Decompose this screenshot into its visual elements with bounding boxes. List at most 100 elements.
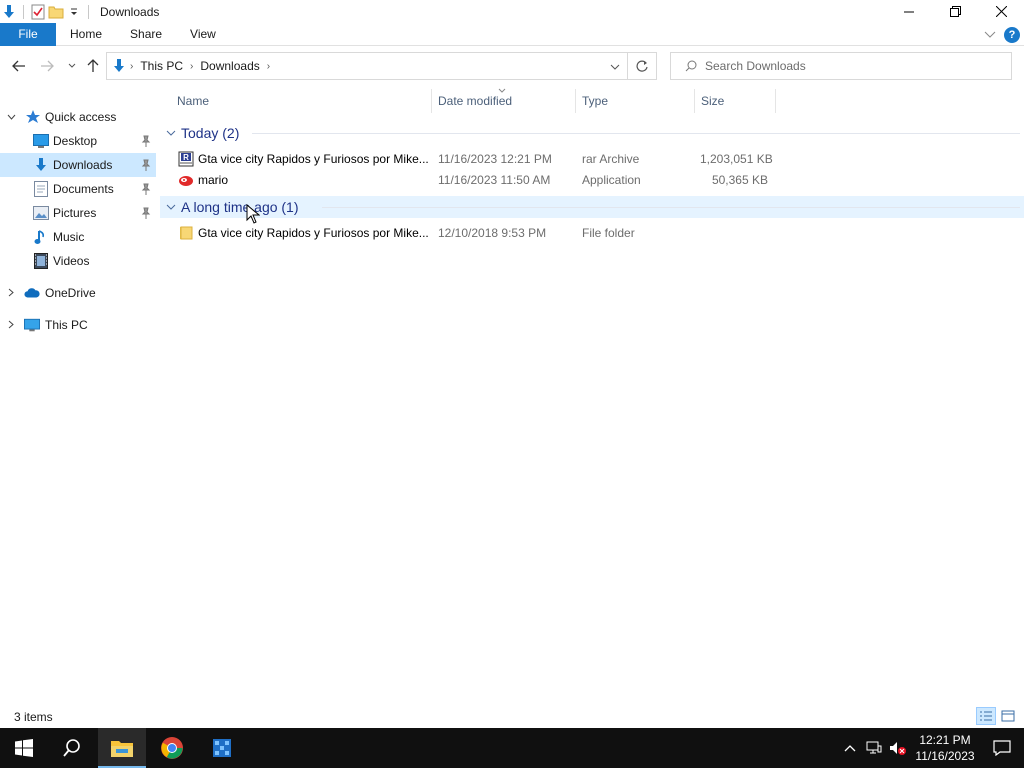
close-button[interactable] — [978, 0, 1024, 23]
title-bar: Downloads — [0, 0, 1024, 23]
taskbar-app[interactable] — [198, 728, 246, 768]
windows-logo-icon — [15, 739, 33, 757]
breadcrumb-chevron[interactable]: › — [267, 61, 270, 72]
back-button[interactable] — [9, 56, 29, 76]
action-center-button[interactable] — [980, 728, 1024, 768]
file-type: File folder — [582, 226, 635, 240]
collapse-chevron-icon[interactable] — [166, 202, 176, 213]
expand-chevron-icon[interactable] — [5, 320, 17, 331]
breadcrumb-this-pc[interactable]: This PC — [140, 59, 183, 73]
nav-this-pc[interactable]: This PC — [0, 313, 156, 337]
column-divider[interactable] — [775, 89, 776, 113]
group-divider-line — [252, 133, 1020, 134]
downloads-icon — [33, 157, 49, 173]
group-header-long-time-ago[interactable]: A long time ago (1) — [160, 196, 1024, 218]
mouse-cursor-icon — [246, 204, 260, 224]
file-date: 12/10/2018 9:53 PM — [438, 226, 547, 240]
item-count: 3 items — [14, 709, 53, 724]
group-label: A long time ago (1) — [181, 199, 299, 215]
nav-label: Downloads — [53, 158, 113, 172]
clock[interactable]: 12:21 PM 11/16/2023 — [910, 732, 980, 764]
file-row[interactable]: mario 11/16/2023 11:50 AM Application 50… — [160, 169, 1024, 190]
file-size: 50,365 KB — [711, 173, 768, 187]
tab-share[interactable]: Share — [116, 23, 176, 46]
expand-chevron-icon[interactable] — [5, 288, 17, 299]
breadcrumb-chevron[interactable]: › — [190, 61, 193, 72]
column-header-size[interactable]: Size — [693, 85, 775, 117]
expand-ribbon-icon[interactable] — [984, 31, 996, 39]
file-type: Application — [582, 173, 641, 187]
minimize-button[interactable] — [886, 0, 932, 23]
nav-item-documents[interactable]: Documents — [0, 177, 156, 201]
pin-icon[interactable] — [140, 207, 152, 219]
column-header-type[interactable]: Type — [574, 85, 694, 117]
pin-icon[interactable] — [140, 183, 152, 195]
search-box[interactable] — [670, 52, 1012, 80]
up-button[interactable] — [83, 56, 103, 76]
chevron-up-icon — [844, 745, 856, 752]
customize-dropdown-icon[interactable] — [65, 3, 83, 21]
show-hidden-icons-button[interactable] — [838, 728, 862, 768]
tab-home[interactable]: Home — [56, 23, 116, 46]
nav-onedrive[interactable]: OneDrive — [0, 281, 156, 305]
nav-item-music[interactable]: Music — [0, 225, 156, 249]
clock-date: 11/16/2023 — [915, 749, 975, 763]
nav-quick-access[interactable]: Quick access — [0, 105, 156, 129]
column-header-name[interactable]: Name — [169, 85, 431, 117]
refresh-button[interactable] — [627, 53, 656, 79]
collapse-chevron-icon[interactable] — [5, 112, 17, 122]
properties-icon[interactable] — [29, 3, 47, 21]
chrome-icon — [161, 737, 183, 759]
forward-arrow-icon — [41, 60, 54, 72]
minimize-icon — [904, 11, 914, 12]
start-button[interactable] — [0, 728, 48, 768]
recent-locations-button[interactable] — [62, 56, 82, 76]
file-name: Gta vice city Rapidos y Furiosos por Mik… — [198, 226, 429, 240]
help-icon[interactable]: ? — [1004, 26, 1020, 43]
nav-item-desktop[interactable]: Desktop — [0, 129, 156, 153]
column-header-date[interactable]: Date modified — [430, 85, 576, 117]
address-bar[interactable]: › This PC › Downloads › — [106, 52, 657, 80]
file-date: 11/16/2023 11:50 AM — [438, 173, 551, 187]
details-view-button[interactable] — [976, 707, 996, 725]
nav-item-downloads[interactable]: Downloads — [0, 153, 156, 177]
breadcrumb-downloads[interactable]: Downloads — [200, 59, 259, 73]
volume-button[interactable] — [886, 728, 910, 768]
tab-view[interactable]: View — [176, 23, 230, 46]
downloads-icon — [111, 58, 127, 74]
nav-item-videos[interactable]: Videos — [0, 249, 156, 273]
group-label: Today (2) — [181, 125, 240, 141]
large-icons-view-button[interactable] — [998, 707, 1018, 725]
file-row[interactable]: R Gta vice city Rapidos y Furiosos por M… — [160, 148, 1024, 169]
documents-icon — [33, 181, 49, 197]
restore-icon — [949, 6, 961, 17]
file-row[interactable]: Gta vice city Rapidos y Furiosos por Mik… — [160, 222, 1024, 243]
forward-button[interactable] — [37, 56, 57, 76]
mario-app-icon — [179, 176, 193, 186]
file-explorer-window: Downloads File Home Share View ? › This … — [0, 0, 1024, 728]
restore-button[interactable] — [932, 0, 978, 23]
svg-text:R: R — [183, 153, 189, 162]
new-folder-icon[interactable] — [47, 3, 65, 21]
ribbon-tabs: File Home Share View ? — [0, 22, 1024, 46]
address-dropdown-icon[interactable] — [610, 59, 620, 73]
file-list: Name Date modified Type Size Today (2) R… — [160, 85, 1024, 705]
tab-file[interactable]: File — [0, 22, 56, 46]
breadcrumb-chevron[interactable]: › — [130, 61, 133, 72]
window-controls — [886, 0, 1024, 23]
group-header-today[interactable]: Today (2) — [160, 122, 1024, 144]
search-input[interactable] — [705, 59, 1005, 73]
network-button[interactable] — [862, 728, 886, 768]
downloads-icon — [0, 3, 18, 21]
pin-icon[interactable] — [140, 159, 152, 171]
taskbar-chrome[interactable] — [148, 728, 196, 768]
search-button[interactable] — [48, 728, 96, 768]
collapse-chevron-icon[interactable] — [166, 128, 176, 139]
separator — [88, 4, 89, 19]
folder-icon — [180, 226, 193, 240]
pin-icon[interactable] — [140, 135, 152, 147]
taskbar-file-explorer[interactable] — [98, 728, 146, 768]
nav-item-pictures[interactable]: Pictures — [0, 201, 156, 225]
group-divider-line — [322, 207, 1020, 208]
network-icon — [866, 741, 882, 754]
